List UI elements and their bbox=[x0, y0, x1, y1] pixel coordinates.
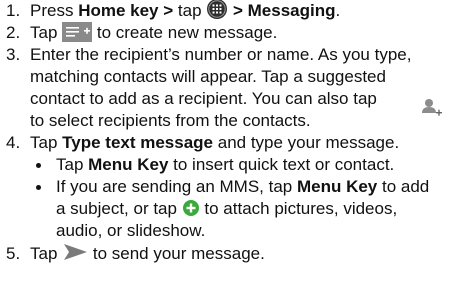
step-text: to insert quick text or contact. bbox=[168, 155, 395, 174]
home-key-label: Home key > bbox=[78, 1, 178, 20]
bullet-text: Tap Menu Key to insert quick text or con… bbox=[56, 154, 471, 176]
step-text: Tap bbox=[56, 155, 89, 174]
step-4-text: Tap Type text message and type your mess… bbox=[30, 132, 470, 154]
step-text: a subject, or tap bbox=[56, 199, 182, 218]
menu-key-label: Menu Key bbox=[88, 155, 169, 174]
step-text: Tap bbox=[30, 133, 63, 152]
step-text: If you are sending an MMS, tap bbox=[56, 177, 297, 196]
bullet-text: If you are sending an MMS, tap Menu Key … bbox=[56, 176, 471, 242]
add-contact-icon bbox=[421, 98, 443, 118]
step-number: 4. bbox=[6, 133, 21, 152]
step-number: 5. bbox=[6, 244, 21, 263]
menu-key-label: Menu Key bbox=[296, 177, 378, 196]
send-icon bbox=[62, 242, 88, 262]
step-text: Enter the recipient’s number or name. As… bbox=[30, 45, 412, 64]
step-text: Tap bbox=[30, 244, 63, 263]
attach-plus-icon bbox=[182, 199, 200, 217]
step-1-text: Press Home key > tap > Messaging. bbox=[30, 0, 470, 23]
step-text: Tap bbox=[30, 23, 63, 42]
step-3-text: Enter the recipient’s number or name. As… bbox=[30, 44, 470, 132]
step-text: Press bbox=[30, 1, 79, 20]
step-text: tap bbox=[177, 1, 207, 20]
step-number: 3. bbox=[6, 45, 21, 64]
step-text: and type your message. bbox=[213, 133, 400, 152]
bullet-dot bbox=[36, 185, 41, 190]
messaging-label: > Messaging bbox=[228, 1, 336, 20]
new-message-icon bbox=[62, 21, 93, 42]
bullet-dot bbox=[36, 163, 41, 168]
step-text: to select recipients from the contacts. bbox=[30, 111, 311, 130]
step-number: 2. bbox=[6, 23, 21, 42]
step-2-text: Tap to create new message. bbox=[30, 21, 470, 44]
step-text: to send your message. bbox=[88, 244, 265, 263]
step-text: . bbox=[335, 1, 341, 20]
apps-grid-icon bbox=[206, 0, 228, 20]
step-5-text: Tap to send your message. bbox=[30, 243, 470, 265]
instruction-page: 1. Press Home key > tap > Messaging. 2. … bbox=[0, 0, 475, 306]
step-text: to create new message. bbox=[92, 23, 278, 42]
step-text: audio, or slideshow. bbox=[56, 221, 206, 240]
step-number: 1. bbox=[6, 1, 21, 20]
step-text: matching contacts will appear. Tap a sug… bbox=[30, 67, 386, 86]
step-text: contact to add as a recipient. You can a… bbox=[30, 89, 377, 108]
step-text: to attach pictures, videos, bbox=[199, 199, 398, 218]
step-text: to add bbox=[377, 177, 430, 196]
type-text-message-label: Type text message bbox=[62, 133, 214, 152]
